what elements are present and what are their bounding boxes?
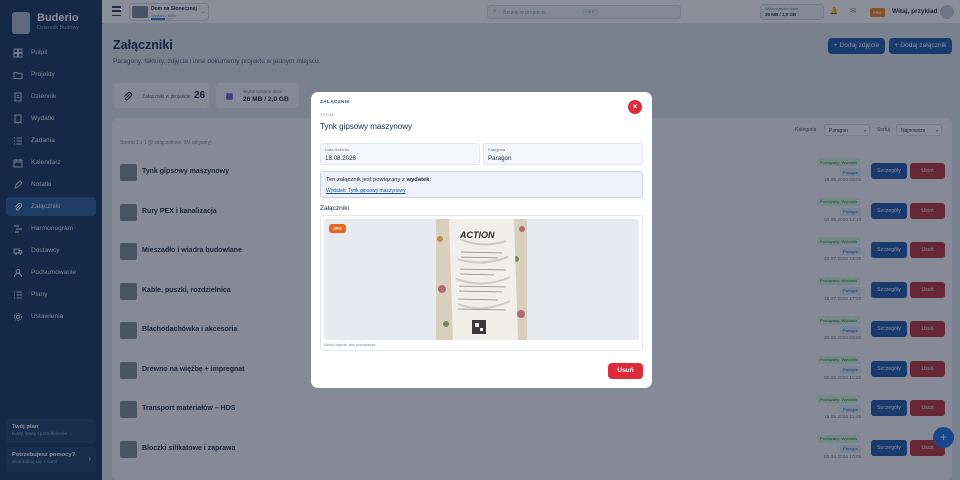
delete-button[interactable]: Usuń bbox=[608, 363, 643, 379]
modal-title: Tynk gipsowy maszynowy bbox=[320, 122, 413, 131]
modal-kicker: ZAŁĄCZNIK bbox=[320, 100, 351, 105]
attachment-preview[interactable]: ACTION JPG bbox=[324, 219, 639, 340]
attachment-modal: ZAŁĄCZNIK TYTUŁ Tynk gipsowy maszynowy ×… bbox=[311, 92, 652, 388]
linked-expense-link[interactable]: Wydatek: Tynk gipsowy maszynowy bbox=[326, 188, 406, 194]
date-value: 18.08.2026 bbox=[325, 155, 356, 162]
link-info-text: Ten załącznik jest powiązany z wydatek: bbox=[326, 177, 432, 183]
date-field: Data dodania 18.08.2026 bbox=[320, 143, 480, 165]
link-info-box: Ten załącznik jest powiązany z wydatek: … bbox=[320, 171, 643, 198]
file-type-badge: JPG bbox=[329, 224, 346, 233]
date-label: Data dodania bbox=[325, 147, 349, 152]
category-field: Kategoria Paragon bbox=[483, 143, 643, 165]
link-info-prefix: Ten załącznik jest powiązany z bbox=[326, 177, 405, 183]
link-info-type: wydatek bbox=[406, 177, 430, 183]
receipt-brand-text: ACTION bbox=[460, 230, 495, 240]
attachment-box: ACTION JPG Kliknij zdjęcie, aby powiększ… bbox=[320, 215, 643, 351]
receipt-photo[interactable]: ACTION bbox=[436, 219, 527, 340]
attachment-hint: Kliknij zdjęcie, aby powiększyć. bbox=[324, 343, 377, 347]
modal-title-label: TYTUŁ bbox=[320, 112, 335, 117]
category-value: Paragon bbox=[488, 155, 512, 162]
attachments-heading: Załączniki bbox=[320, 205, 349, 212]
category-label: Kategoria bbox=[488, 147, 506, 152]
close-icon[interactable]: × bbox=[628, 100, 642, 114]
